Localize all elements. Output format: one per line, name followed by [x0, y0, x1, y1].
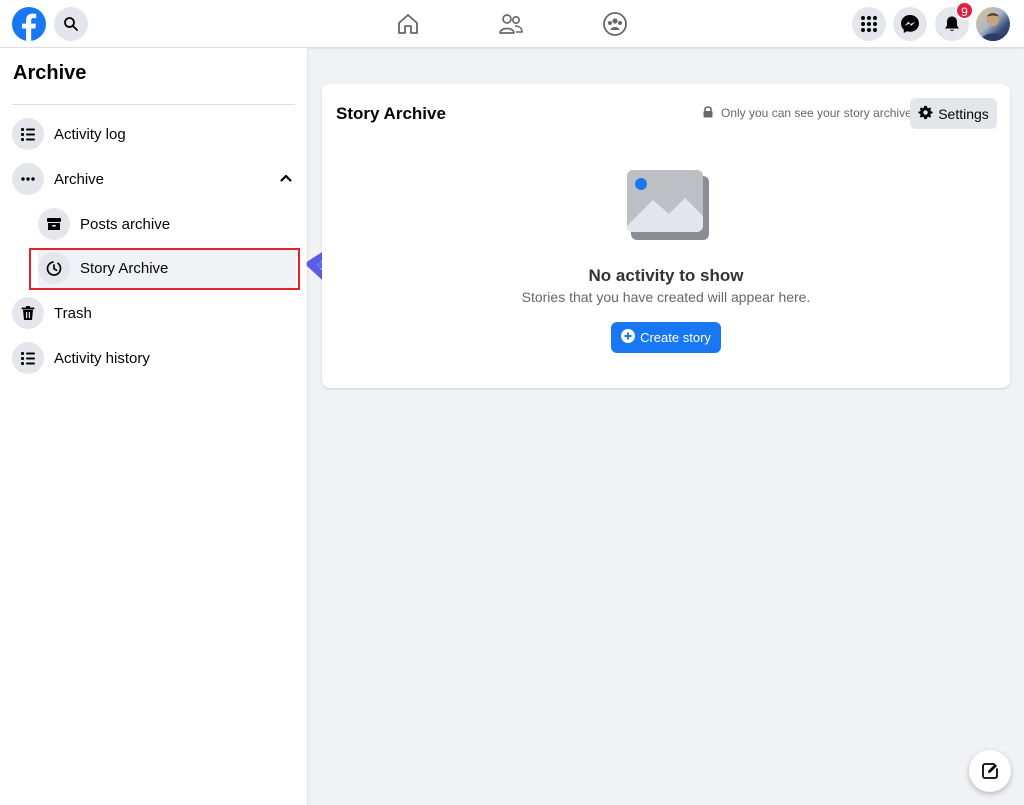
sidebar-divider [12, 104, 295, 105]
card-title: Story Archive [336, 104, 446, 123]
empty-state-title: No activity to show [588, 266, 744, 285]
more-dots-icon [12, 163, 44, 195]
search-icon [64, 17, 78, 31]
lock-icon [702, 105, 714, 121]
menu-button[interactable] [852, 7, 886, 41]
sidebar: Archive Activity log Archive Posts archi… [0, 48, 308, 805]
notification-badge: 9 [955, 1, 974, 20]
settings-button[interactable]: Settings [910, 98, 997, 129]
image-placeholder-icon [627, 170, 709, 240]
search-button[interactable] [54, 7, 88, 41]
privacy-text: Only you can see your story archive [721, 106, 912, 120]
sidebar-item-label: Activity history [54, 349, 150, 367]
archive-box-icon [38, 208, 70, 240]
messenger-button[interactable] [893, 7, 927, 41]
story-archive-card: Story Archive Only you can see your stor… [322, 84, 1010, 388]
sidebar-item-trash[interactable]: Trash [12, 293, 92, 333]
plus-circle-icon [621, 329, 636, 346]
settings-label: Settings [938, 105, 989, 122]
sidebar-item-archive[interactable]: Archive [12, 159, 297, 199]
chevron-up-icon[interactable] [279, 171, 293, 190]
privacy-note: Only you can see your story archive [702, 105, 912, 121]
friends-icon[interactable] [497, 10, 525, 38]
gear-icon [918, 105, 933, 123]
sidebar-item-label: Posts archive [80, 215, 171, 233]
top-navigation-bar: 9 [0, 0, 1024, 48]
create-story-button[interactable]: Create story [611, 322, 721, 353]
sidebar-item-label: Archive [54, 170, 105, 188]
profile-avatar[interactable] [976, 7, 1010, 41]
compose-icon [982, 763, 998, 779]
empty-state-subtitle: Stories that you have created will appea… [521, 289, 811, 305]
messenger-icon [901, 15, 919, 33]
groups-icon[interactable] [601, 10, 629, 38]
new-message-button[interactable] [969, 750, 1011, 792]
highlight-annotation [29, 248, 300, 290]
list-icon [12, 342, 44, 374]
sidebar-item-activity-history[interactable]: Activity history [12, 338, 150, 378]
create-story-label: Create story [640, 330, 711, 345]
trash-icon [12, 297, 44, 329]
sidebar-item-label: Trash [54, 304, 92, 322]
sidebar-item-activity-log[interactable]: Activity log [12, 114, 126, 154]
sidebar-item-label: Activity log [54, 125, 126, 143]
sidebar-item-posts-archive[interactable]: Posts archive [38, 204, 170, 244]
sidebar-title: Archive [13, 62, 87, 84]
menu-grid-icon [861, 16, 877, 32]
home-icon[interactable] [394, 10, 422, 38]
list-icon [12, 118, 44, 150]
facebook-logo-icon[interactable] [12, 7, 46, 41]
